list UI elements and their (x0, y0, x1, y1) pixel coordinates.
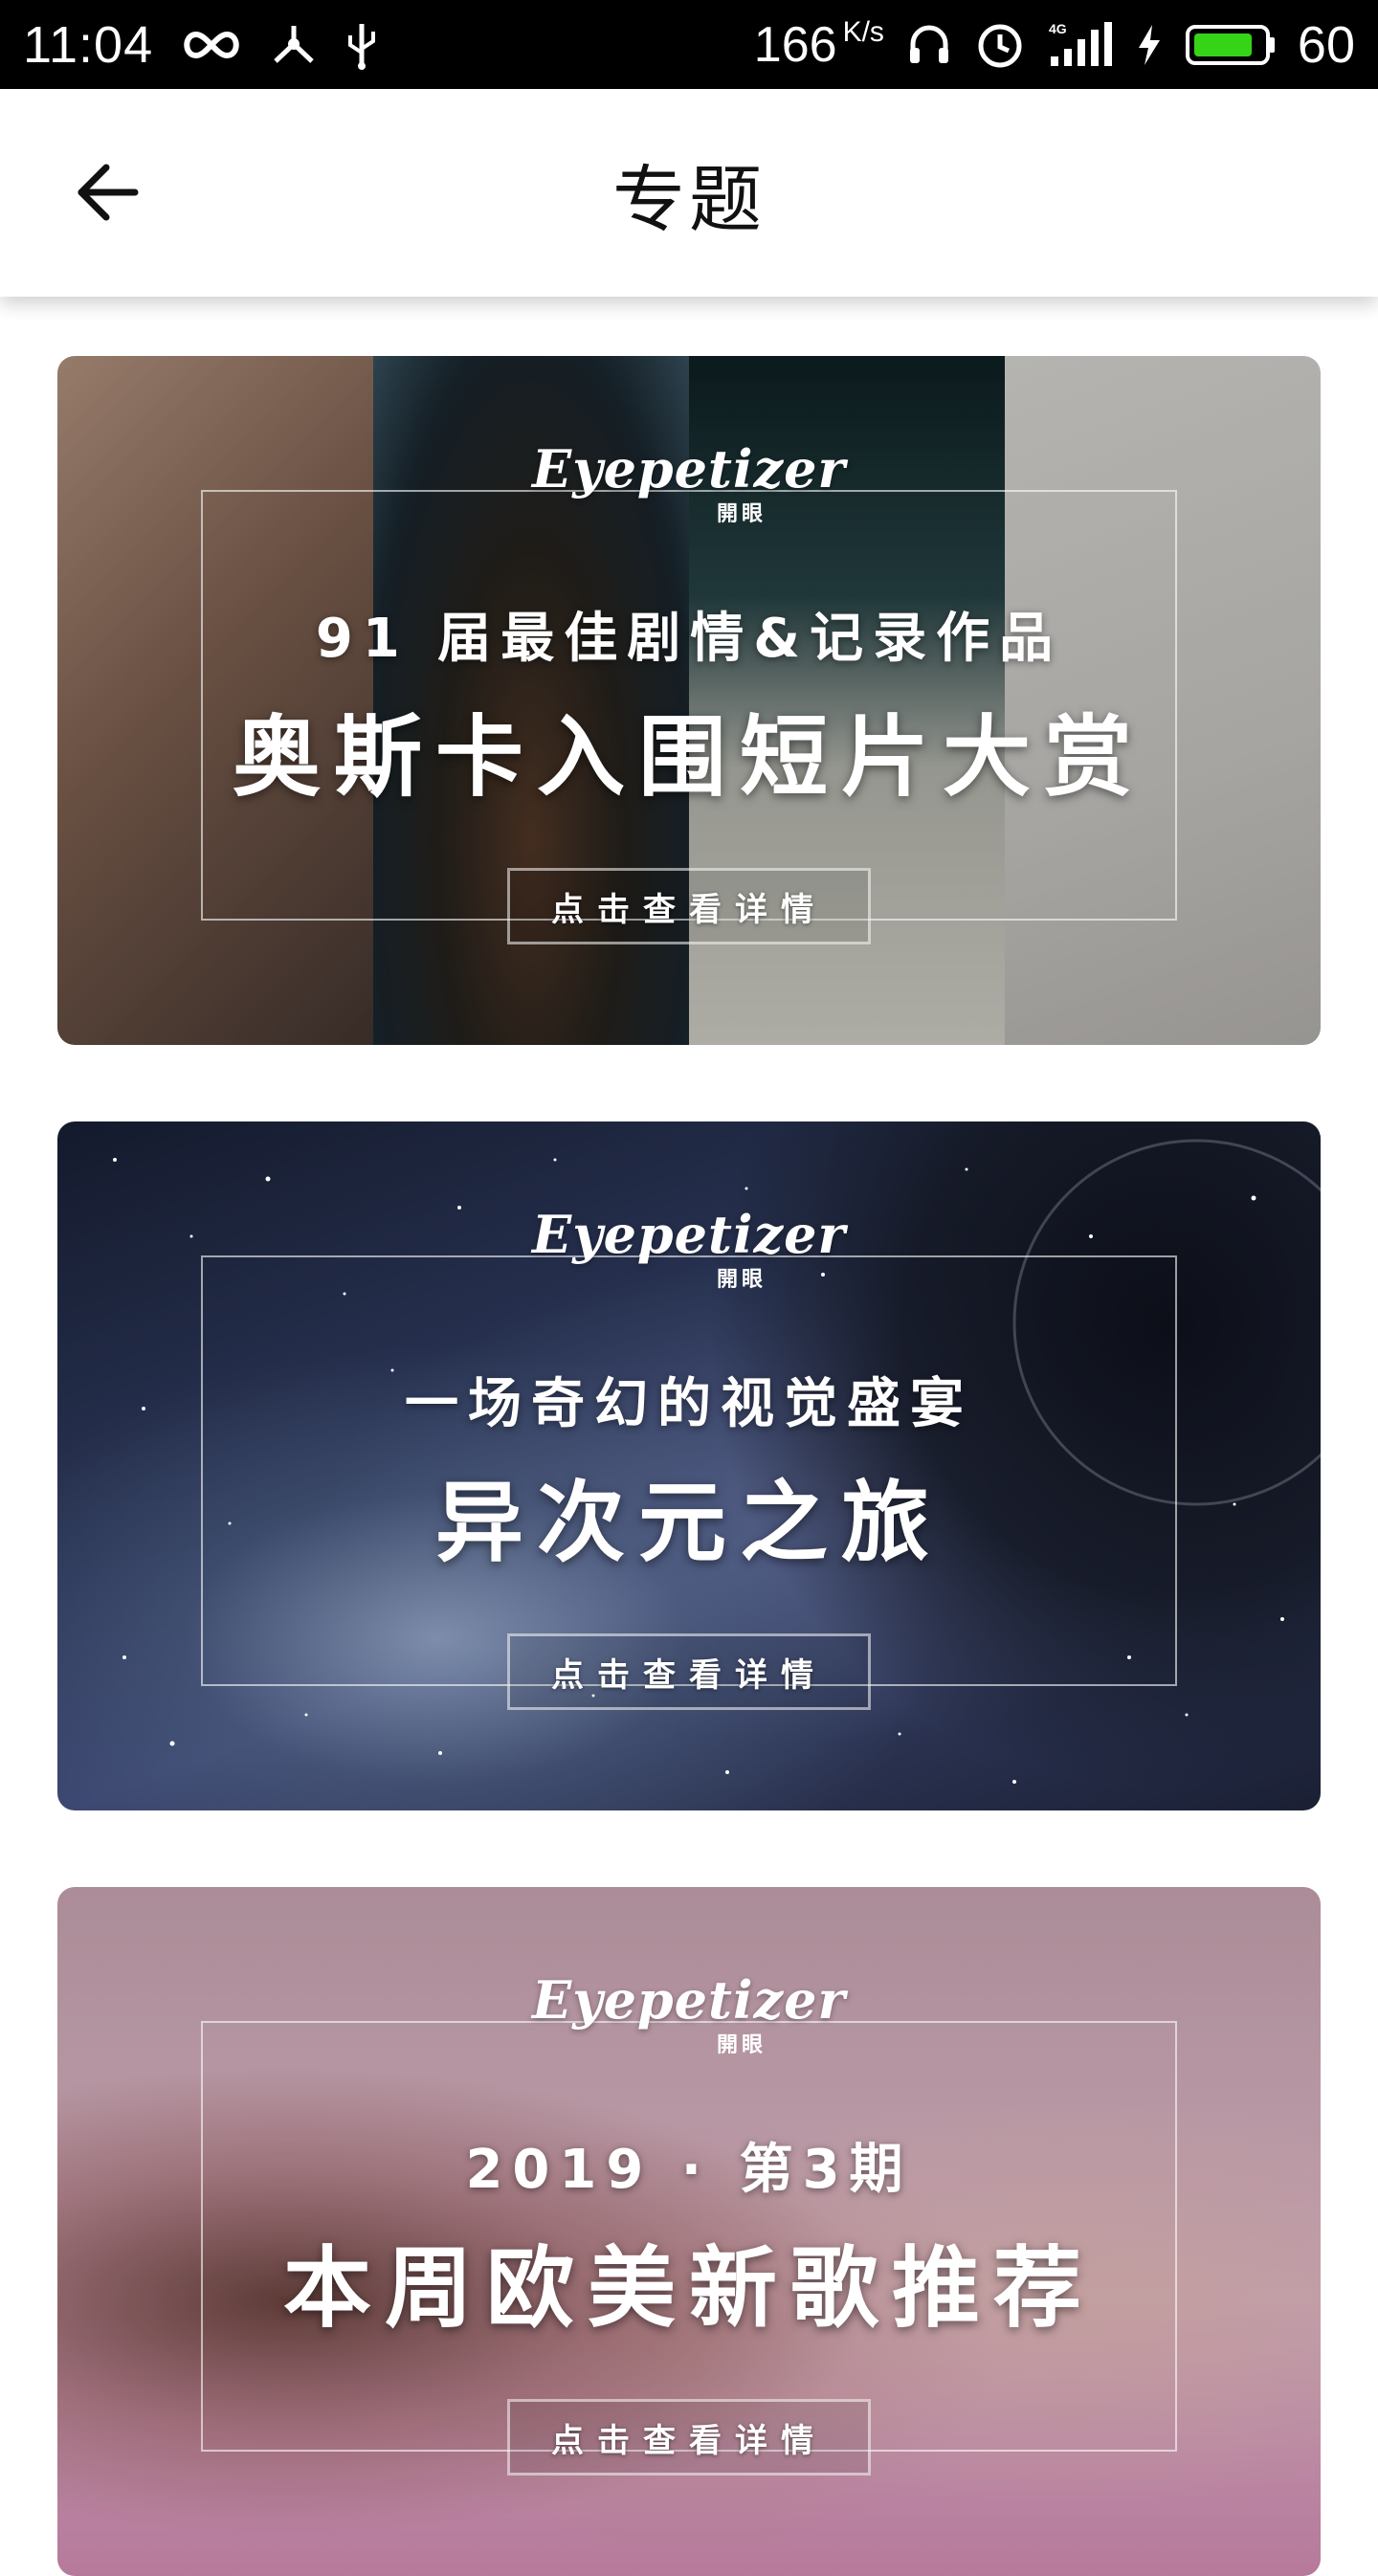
brand-sub: 開眼 (716, 2033, 767, 2057)
battery-level: 60 (1297, 15, 1355, 74)
brand-sub: 開眼 (716, 502, 767, 526)
brand-script: Eyepetizer (532, 1204, 846, 1265)
status-time: 11:04 (23, 15, 154, 74)
app-bar: 专题 (0, 89, 1378, 297)
page-title: 专题 (612, 156, 766, 242)
card-title: 异次元之旅 (434, 1472, 943, 1574)
brand-logo: Eyepetizer 開眼 (57, 443, 1321, 526)
card-subtitle: 91 届最佳剧情&记录作品 (315, 608, 1063, 670)
view-details-button[interactable]: 点击查看详情 (507, 1633, 871, 1710)
topic-card-oscar-shorts[interactable]: Eyepetizer 開眼 91 届最佳剧情&记录作品 奥斯卡入围短片大赏 点击… (57, 356, 1321, 1045)
net-speed: 166 K/s (754, 16, 884, 74)
topic-card-dimension-journey[interactable]: Eyepetizer 開眼 一场奇幻的视觉盛宴 异次元之旅 点击查看详情 (57, 1121, 1321, 1810)
brand-sub: 開眼 (716, 1268, 767, 1292)
charging-icon (1135, 23, 1164, 67)
card-title: 本周欧美新歌推荐 (282, 2237, 1095, 2340)
brand-logo: Eyepetizer 開眼 (57, 1974, 1321, 2057)
net-speed-value: 166 (753, 16, 837, 73)
share-node-icon (270, 23, 318, 67)
usb-icon (344, 20, 379, 70)
arrow-left-icon (74, 159, 141, 230)
view-details-button[interactable]: 点击查看详情 (507, 2399, 871, 2476)
brand-script: Eyepetizer (532, 438, 846, 500)
brand-script: Eyepetizer (532, 1969, 846, 2031)
back-button[interactable] (59, 146, 155, 242)
card-title: 奥斯卡入围短片大赏 (232, 706, 1145, 809)
net-speed-unit: K/s (842, 15, 884, 48)
status-bar: 11:04 166 K/s 4G 60 (0, 0, 1378, 89)
signal-4g-icon: 4G (1047, 20, 1114, 70)
battery-icon (1185, 24, 1277, 66)
card-subtitle: 2019 · 第3期 (465, 2139, 913, 2201)
topic-card-weekly-songs[interactable]: Eyepetizer 開眼 2019 · 第3期 本周欧美新歌推荐 点击查看详情 (57, 1887, 1321, 2576)
card-subtitle: 一场奇幻的视觉盛宴 (405, 1373, 973, 1435)
view-details-button[interactable]: 点击查看详情 (507, 868, 871, 944)
alarm-icon (974, 19, 1026, 71)
infinity-icon (180, 29, 243, 61)
brand-logo: Eyepetizer 開眼 (57, 1204, 1321, 1292)
headphones-icon (905, 21, 953, 69)
svg-text:4G: 4G (1049, 21, 1067, 36)
